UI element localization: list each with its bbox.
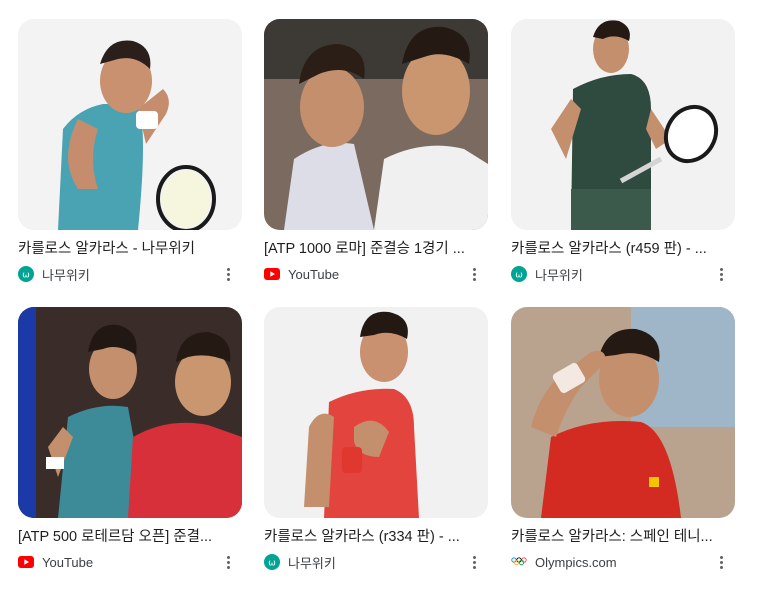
more-options-icon[interactable] — [220, 553, 236, 571]
namuwiki-icon: ω — [18, 266, 34, 282]
source-name: YouTube — [288, 266, 340, 282]
svg-text:ω: ω — [22, 271, 30, 281]
image-result-card[interactable]: [ATP 1000 로마] 준결승 1경기 ... YouTube — [264, 19, 488, 283]
source-name: YouTube — [42, 554, 94, 570]
more-options-icon[interactable] — [220, 265, 236, 283]
result-source[interactable]: YouTube — [264, 265, 488, 283]
tennis-player-photo — [264, 307, 488, 518]
result-title[interactable]: 카를로스 알카라스: 스페인 테니... — [511, 528, 723, 546]
source-name: 나무위키 — [288, 555, 336, 571]
result-thumbnail[interactable] — [18, 19, 242, 230]
image-result-card[interactable]: 카를로스 알카라스: 스페인 테니... Olympics.com — [511, 307, 735, 571]
result-thumbnail[interactable] — [511, 19, 735, 230]
more-options-icon[interactable] — [466, 553, 482, 571]
result-source[interactable]: ω 나무위키 — [511, 265, 735, 283]
result-title[interactable]: [ATP 500 로테르담 오픈] 준결... — [18, 528, 230, 546]
result-source[interactable]: ω 나무위키 — [18, 265, 242, 283]
result-title[interactable]: 카를로스 알카라스 (r459 판) - ... — [511, 240, 723, 258]
namuwiki-icon: ω — [511, 266, 527, 282]
source-name: 나무위키 — [535, 267, 583, 283]
tennis-player-photo — [511, 307, 735, 518]
result-title[interactable]: 카를로스 알카라스 - 나무위키 — [18, 240, 230, 258]
more-options-icon[interactable] — [713, 553, 729, 571]
image-result-card[interactable]: 카를로스 알카라스 (r459 판) - ... ω 나무위키 — [511, 19, 735, 283]
namuwiki-icon: ω — [264, 554, 280, 570]
youtube-icon — [18, 554, 34, 570]
result-source[interactable]: ω 나무위키 — [264, 553, 488, 571]
image-result-card[interactable]: 카를로스 알카라스 (r334 판) - ... ω 나무위키 — [264, 307, 488, 571]
youtube-icon — [264, 266, 280, 282]
source-name: 나무위키 — [42, 267, 90, 283]
tennis-players-photo — [264, 19, 488, 230]
tennis-player-photo — [511, 19, 735, 230]
result-thumbnail[interactable] — [264, 307, 488, 518]
svg-text:ω: ω — [268, 559, 276, 569]
tennis-players-photo — [18, 307, 242, 518]
svg-text:ω: ω — [515, 271, 523, 281]
result-title[interactable]: 카를로스 알카라스 (r334 판) - ... — [264, 528, 476, 546]
image-result-card[interactable]: 카를로스 알카라스 - 나무위키 ω 나무위키 — [18, 19, 242, 283]
more-options-icon[interactable] — [713, 265, 729, 283]
result-source[interactable]: Olympics.com — [511, 553, 735, 571]
result-source[interactable]: YouTube — [18, 553, 242, 571]
more-options-icon[interactable] — [466, 265, 482, 283]
result-thumbnail[interactable] — [264, 19, 488, 230]
result-title[interactable]: [ATP 1000 로마] 준결승 1경기 ... — [264, 240, 476, 258]
result-thumbnail[interactable] — [18, 307, 242, 518]
image-result-card[interactable]: [ATP 500 로테르담 오픈] 준결... YouTube — [18, 307, 242, 571]
source-name: Olympics.com — [535, 554, 617, 570]
olympic-rings-icon — [511, 554, 527, 570]
result-thumbnail[interactable] — [511, 307, 735, 518]
tennis-player-photo — [18, 19, 242, 230]
